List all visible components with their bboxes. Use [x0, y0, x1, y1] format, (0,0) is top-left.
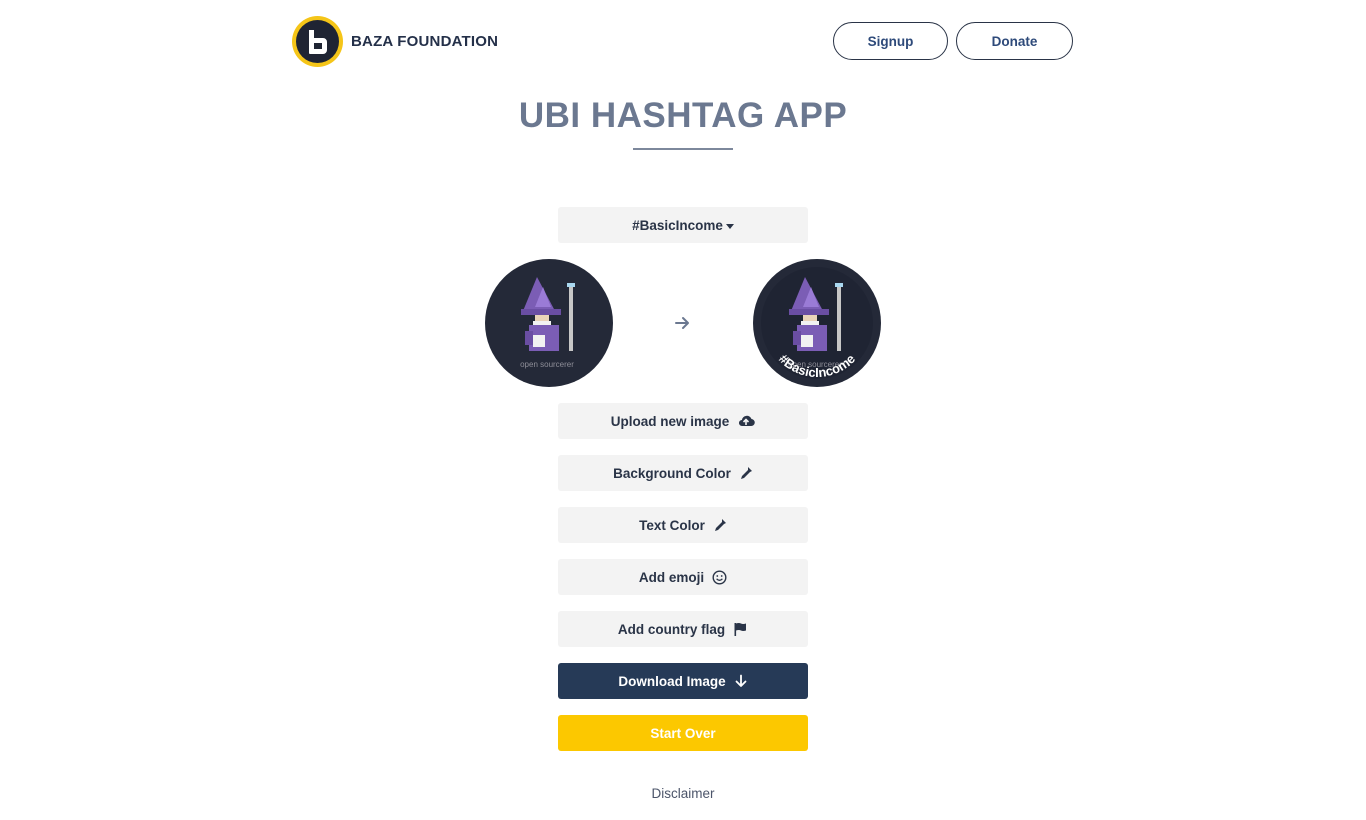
eyedropper-icon: [713, 518, 727, 532]
add-emoji-label: Add emoji: [638, 569, 705, 585]
original-image: open sourcerer: [485, 259, 613, 387]
add-country-flag-button[interactable]: Add country flag: [558, 611, 808, 647]
arrow-right-icon: [675, 317, 689, 329]
add-emoji-button[interactable]: Add emoji: [558, 559, 808, 595]
start-over-button[interactable]: Start Over: [558, 715, 808, 751]
upload-image-button[interactable]: Upload new image: [558, 403, 808, 439]
top-nav: BAZA FOUNDATION Signup Donate: [0, 0, 1366, 82]
upload-image-label: Upload new image: [610, 413, 730, 429]
background-color-button[interactable]: Background Color: [558, 455, 808, 491]
disclaimer-link[interactable]: Disclaimer: [0, 786, 1366, 801]
arrow-down-icon: [734, 674, 748, 688]
donate-button[interactable]: Donate: [956, 22, 1073, 60]
original-image-caption: open sourcerer: [520, 360, 574, 369]
caret-down-icon: [725, 223, 734, 229]
smile-icon: [712, 569, 727, 585]
text-color-button[interactable]: Text Color: [558, 507, 808, 543]
hashtag-dropdown-label: #BasicIncome: [632, 217, 723, 233]
eyedropper-icon: [739, 466, 753, 480]
preview-image: open sourcerer #BasicIncome: [753, 259, 881, 387]
hashtag-dropdown[interactable]: #BasicIncome: [558, 207, 808, 243]
background-color-label: Background Color: [613, 465, 731, 481]
download-image-button[interactable]: Download Image: [558, 663, 808, 699]
b-logo-icon: [292, 16, 343, 67]
start-over-label: Start Over: [650, 725, 716, 741]
title-underline: [633, 148, 733, 150]
cloud-upload-icon: [737, 414, 756, 428]
brand-logo-link[interactable]: BAZA FOUNDATION: [292, 16, 498, 67]
download-image-label: Download Image: [618, 673, 726, 689]
text-color-label: Text Color: [639, 517, 705, 533]
brand-name: BAZA FOUNDATION: [351, 33, 499, 50]
add-country-flag-label: Add country flag: [617, 621, 726, 637]
flag-icon: [733, 622, 748, 637]
signup-button[interactable]: Signup: [833, 22, 948, 60]
page-title: UBI HASHTAG APP: [518, 96, 848, 135]
